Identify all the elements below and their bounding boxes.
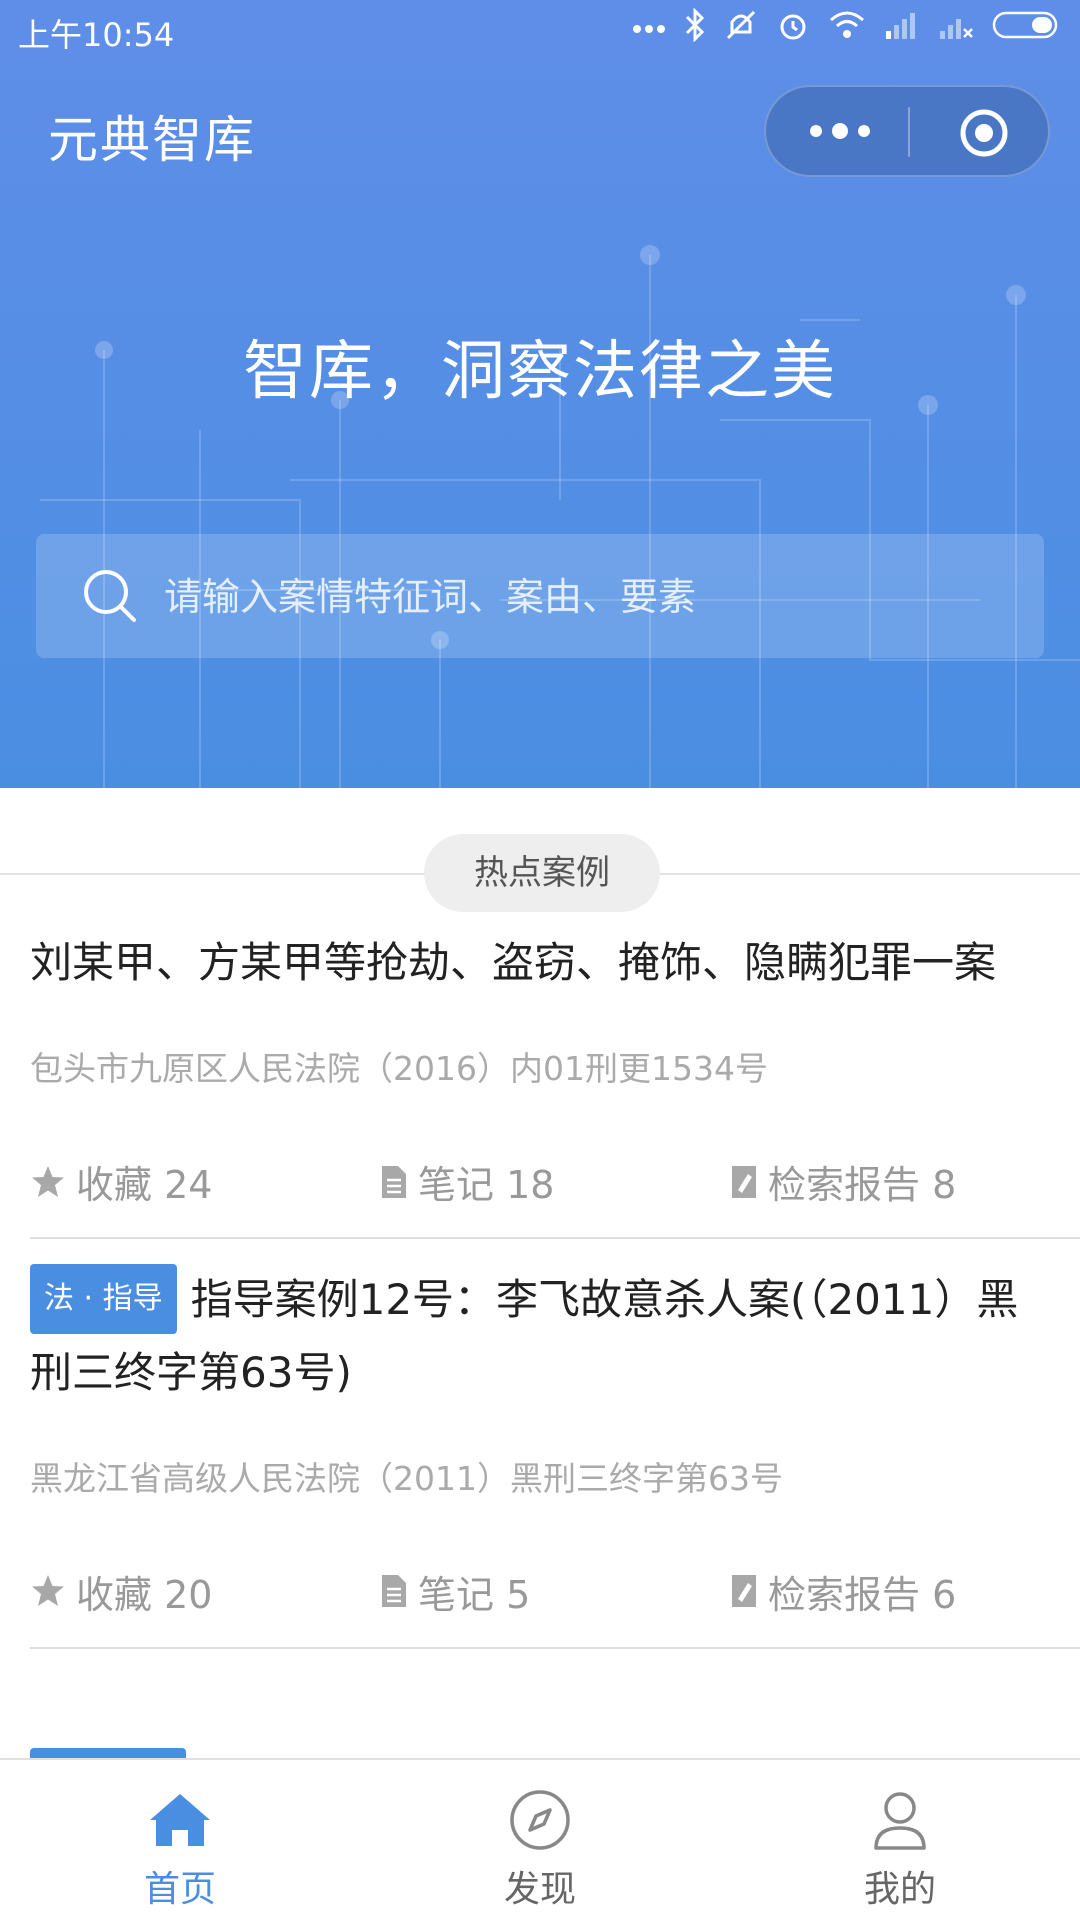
battery-icon [992, 11, 1058, 39]
favorites-label: 收藏 24 [76, 1163, 213, 1207]
tab-label: 首页 [143, 1869, 216, 1910]
note-icon [382, 1575, 406, 1607]
guidance-tag: 法 · 指导 [30, 1263, 177, 1334]
tab-label: 发现 [503, 1869, 576, 1910]
app-title: 元典智库 [48, 111, 256, 169]
notes-label: 笔记 18 [418, 1163, 555, 1207]
tab-discover[interactable]: 发现 [360, 1760, 720, 1920]
favorites-stat[interactable]: 收藏 20 [30, 1564, 380, 1619]
hero-slogan: 智库，洞察法律之美 [243, 335, 837, 409]
favorites-stat[interactable]: 收藏 24 [30, 1154, 380, 1209]
circuit-decoration [40, 245, 1080, 788]
section-header: 热点案例 [0, 832, 1080, 912]
capsule-divider [908, 107, 910, 157]
case-title: 法 · 指导 指导案例12号：李飞故意杀人案(（2011）黑刑三终字第63号) [30, 1263, 1080, 1408]
target-close-icon[interactable] [956, 105, 1012, 161]
note-icon [382, 1165, 406, 1198]
notification-dots-icon [633, 25, 665, 33]
home-icon [150, 1794, 210, 1846]
bluetooth-icon [685, 8, 705, 42]
notes-label: 笔记 5 [418, 1572, 531, 1617]
case-stats: 收藏 20 笔记 5 检索报告 6 [30, 1564, 1080, 1647]
case-title-text: 指导案例12号：李飞故意杀人案(（2011）黑刑三终字第63号) [30, 1275, 1019, 1397]
mute-icon [726, 10, 756, 40]
hero-banner: 上午10:54 元典智库 智库，洞察法律之美 [0, 0, 1080, 788]
signal-icon [886, 13, 915, 39]
notes-stat[interactable]: 笔记 5 [380, 1564, 730, 1619]
status-time: 上午10:54 [18, 16, 175, 54]
status-bar: 上午10:54 [0, 0, 1080, 64]
reports-stat[interactable]: 检索报告 6 [730, 1564, 956, 1619]
case-stats: 收藏 24 笔记 18 检索报告 8 [30, 1154, 1080, 1237]
report-icon [732, 1575, 756, 1607]
case-title: 刘某甲、方某甲等抢劫、盗窃、掩饰、隐瞒犯罪一案 [30, 938, 997, 987]
bottom-tab-bar: 首页 发现 我的 [0, 1758, 1080, 1922]
case-card[interactable]: 刘某甲、方某甲等抢劫、盗窃、掩饰、隐瞒犯罪一案 包头市九原区人民法院（2016）… [30, 928, 1080, 1239]
status-icons [632, 8, 1062, 42]
case-list: 刘某甲、方某甲等抢劫、盗窃、掩饰、隐瞒犯罪一案 包头市九原区人民法院（2016）… [0, 928, 1080, 1649]
report-icon [732, 1165, 756, 1198]
case-court: 包头市九原区人民法院（2016）内01刑更1534号 [30, 1049, 768, 1088]
reports-label: 检索报告 6 [768, 1572, 957, 1617]
wifi-icon [830, 11, 864, 38]
tab-home[interactable]: 首页 [0, 1760, 360, 1920]
alarm-icon [780, 14, 806, 40]
reports-stat[interactable]: 检索报告 8 [730, 1154, 956, 1209]
section-title: 热点案例 [424, 834, 660, 912]
user-icon [874, 1792, 926, 1850]
search-box[interactable] [36, 534, 1044, 658]
tab-mine[interactable]: 我的 [720, 1760, 1080, 1920]
case-court: 黑龙江省高级人民法院（2011）黑刑三终字第63号 [30, 1458, 783, 1498]
tab-label: 我的 [863, 1869, 936, 1910]
favorites-label: 收藏 20 [76, 1572, 213, 1617]
reports-label: 检索报告 8 [768, 1163, 957, 1207]
mini-program-capsule [764, 85, 1050, 177]
notes-stat[interactable]: 笔记 18 [380, 1154, 730, 1209]
search-input[interactable] [162, 566, 1006, 628]
more-dots-icon[interactable] [794, 109, 886, 153]
star-icon [32, 1575, 64, 1606]
signal-x-icon [940, 19, 973, 39]
star-icon [32, 1165, 64, 1197]
compass-icon [510, 1790, 570, 1850]
search-icon [84, 570, 136, 622]
case-card[interactable]: 法 · 指导 指导案例12号：李飞故意杀人案(（2011）黑刑三终字第63号) 黑… [30, 1263, 1080, 1649]
